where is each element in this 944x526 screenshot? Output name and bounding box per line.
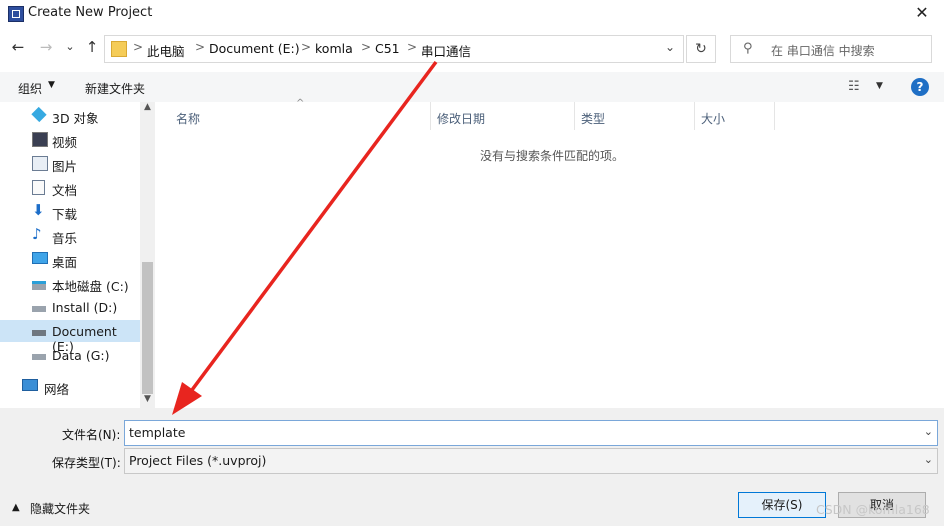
annotation-arrow-head — [172, 382, 202, 415]
annotation-arrow — [172, 60, 438, 415]
annotation-arrow-line — [184, 60, 438, 400]
